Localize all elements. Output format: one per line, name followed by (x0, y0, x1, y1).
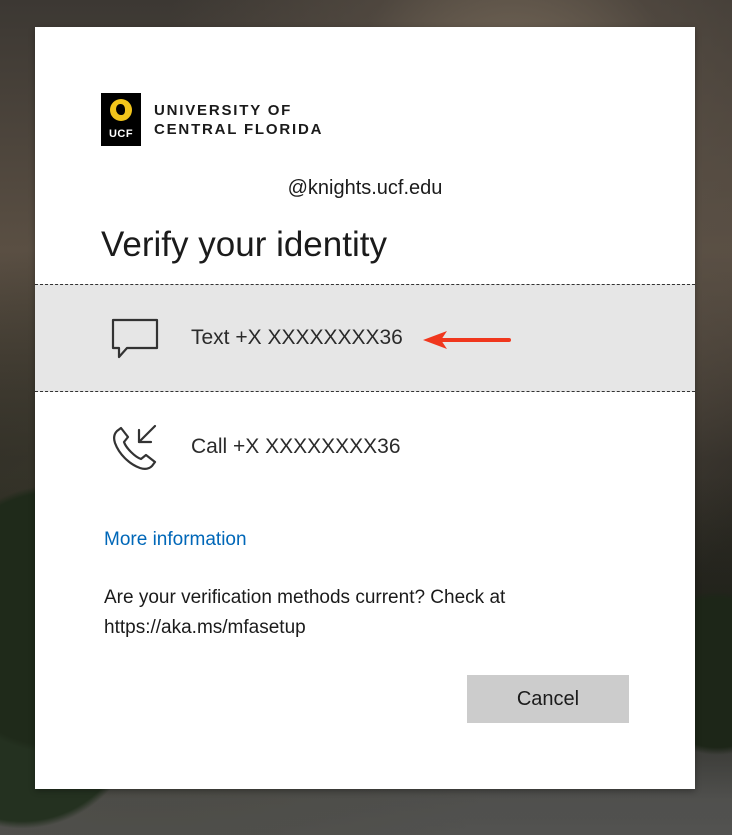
ucf-logo: UCF UNIVERSITY OF CENTRAL FLORIDA (101, 93, 323, 146)
more-information-link[interactable]: More information (104, 529, 247, 551)
org-name-line1: UNIVERSITY OF (154, 101, 293, 119)
phone-incoming-icon (113, 424, 157, 470)
verification-methods-note: Are your verification methods current? C… (104, 587, 506, 638)
account-identifier: @knights.ucf.edu (287, 177, 443, 199)
chat-bubble-icon (111, 318, 159, 359)
verify-option-text-label: Text +X XXXXXXXX36 (191, 326, 403, 349)
ucf-logo-mark: UCF (101, 93, 141, 146)
verify-option-call-label: Call +X XXXXXXXX36 (191, 435, 401, 458)
pegasus-icon (110, 99, 132, 121)
org-name-line2: CENTRAL FLORIDA (154, 120, 324, 138)
verify-option-call[interactable]: Call +X XXXXXXXX36 (35, 393, 695, 501)
logo-mark-text: UCF (108, 128, 134, 140)
page-title: Verify your identity (101, 225, 387, 264)
verify-dialog: UCF UNIVERSITY OF CENTRAL FLORIDA @knigh… (35, 27, 695, 789)
cancel-button[interactable]: Cancel (467, 675, 629, 723)
verify-option-text[interactable]: Text +X XXXXXXXX36 (35, 284, 695, 392)
org-name: UNIVERSITY OF CENTRAL FLORIDA (154, 101, 323, 139)
red-arrow-annotation-icon (423, 331, 511, 349)
